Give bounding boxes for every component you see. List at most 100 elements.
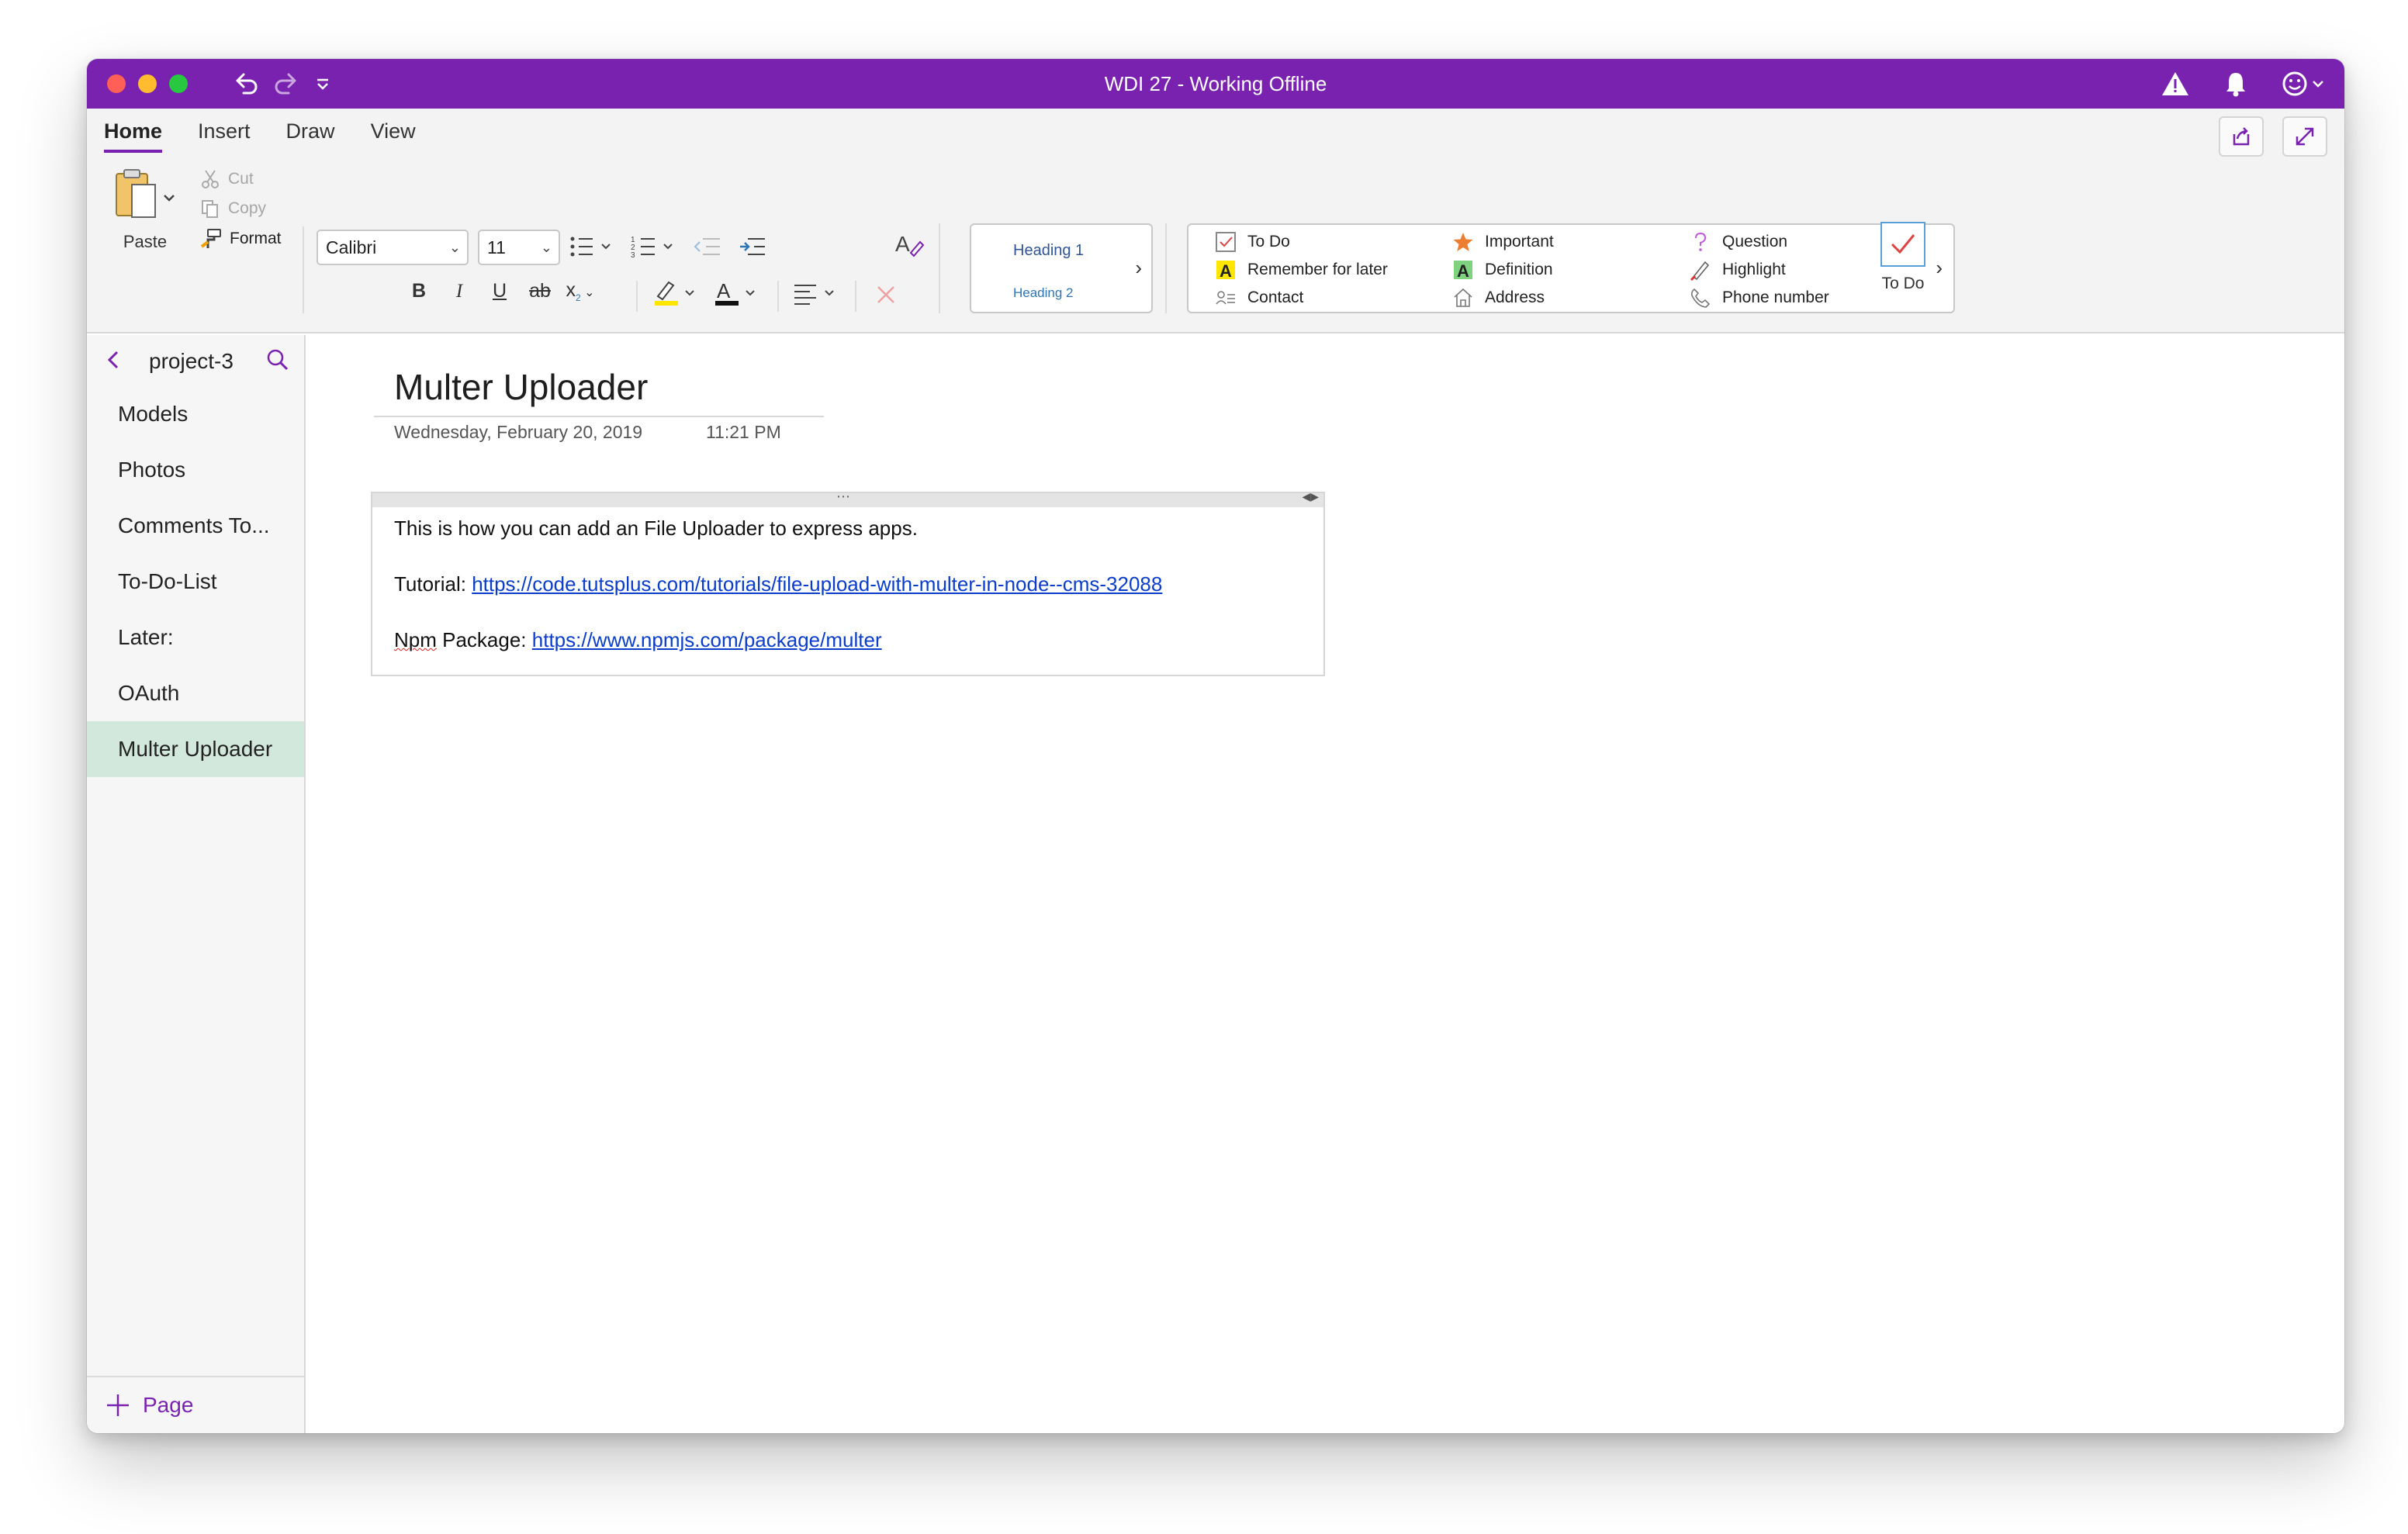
paste-button[interactable]: Paste — [110, 168, 180, 252]
paragraph-alignment-icon[interactable] — [791, 278, 842, 313]
page-item-comments[interactable]: Comments To... — [87, 498, 304, 554]
bold-button[interactable]: B — [399, 280, 439, 302]
font-family-value: Calibri — [326, 237, 377, 257]
tab-home[interactable]: Home — [104, 119, 163, 153]
ribbon-divider — [636, 281, 638, 312]
note-text-package[interactable]: Npm Package: https://www.npmjs.com/packa… — [394, 628, 882, 652]
page-item-to-do-list[interactable]: To-Do-List — [87, 554, 304, 610]
notifications-bell-icon[interactable] — [2222, 68, 2250, 103]
page-title[interactable]: Multer Uploader — [394, 366, 648, 408]
resize-arrows-icon[interactable]: ◀▶ — [1302, 490, 1319, 503]
ribbon-window-actions — [2219, 116, 2327, 157]
tag-address[interactable]: Address — [1452, 287, 1545, 309]
tag-important-label: Important — [1485, 233, 1554, 250]
style-heading-1[interactable]: Heading 1 — [1013, 242, 1084, 260]
window-title: WDI 27 - Working Offline — [1104, 72, 1327, 95]
paste-label: Paste — [123, 232, 168, 251]
note-text-tutorial[interactable]: Tutorial: https://code.tutsplus.com/tuto… — [394, 572, 1162, 596]
strikethrough-button[interactable]: ab — [520, 280, 560, 302]
back-chevron-icon[interactable] — [101, 346, 127, 378]
tag-highlight[interactable]: Highlight — [1690, 259, 1786, 281]
tag-contact-label: Contact — [1247, 288, 1304, 306]
tag-phone[interactable]: Phone number — [1690, 287, 1829, 309]
page-item-oauth[interactable]: OAuth — [87, 665, 304, 721]
delete-icon[interactable] — [872, 281, 900, 313]
copy-button[interactable]: Copy — [200, 199, 266, 219]
add-page-label: Page — [143, 1393, 194, 1417]
highlighter-pen-icon — [1690, 259, 1711, 281]
ribbon-divider — [939, 223, 940, 313]
increase-indent-icon[interactable] — [737, 233, 768, 264]
tag-question[interactable]: Question — [1690, 231, 1787, 253]
section-title: project-3 — [149, 349, 234, 373]
font-family-select[interactable]: Calibri ⌄ — [317, 230, 469, 265]
expand-icon — [2296, 127, 2314, 146]
misspelled-word: Npm — [394, 628, 437, 651]
tab-draw[interactable]: Draw — [286, 119, 335, 153]
todo-tag-button[interactable]: To Do — [1868, 222, 1938, 293]
font-size-select[interactable]: 11 ⌄ — [478, 230, 560, 265]
note-canvas[interactable]: Multer Uploader Wednesday, February 20, … — [307, 335, 2344, 1433]
style-heading-2[interactable]: Heading 2 — [1013, 285, 1074, 301]
tag-definition[interactable]: A Definition — [1452, 259, 1553, 281]
contact-card-icon — [1215, 287, 1237, 309]
tags-gallery: To Do A Remember for later Contact Impor… — [1187, 223, 1955, 313]
expand-button[interactable] — [2282, 116, 2327, 157]
list-indent-controls: 123 — [568, 233, 768, 264]
tag-remember[interactable]: A Remember for later — [1215, 259, 1388, 281]
font-color-icon[interactable]: A — [712, 278, 763, 313]
cut-button[interactable]: Cut — [200, 169, 254, 189]
tag-contact[interactable]: Contact — [1215, 287, 1303, 309]
page-item-photos[interactable]: Photos — [87, 442, 304, 498]
bullet-list-icon[interactable] — [568, 233, 616, 264]
definition-a-icon: A — [1452, 259, 1474, 281]
note-container-handle[interactable]: ⋯ ◀▶ — [372, 489, 1323, 507]
page-item-multer-uploader[interactable]: Multer Uploader — [87, 721, 304, 777]
scissors-icon — [202, 170, 219, 188]
svg-text:A: A — [895, 232, 910, 256]
styles-more-chevron-icon[interactable]: › — [1135, 256, 1142, 280]
subscript-button[interactable]: x2 ⌄ — [560, 279, 600, 303]
copy-icon — [202, 200, 218, 218]
ribbon: Home Insert Draw View Paste Cut Copy For… — [87, 109, 2344, 333]
clear-formatting-icon[interactable]: A — [894, 230, 925, 264]
svg-text:3: 3 — [631, 251, 635, 260]
package-link[interactable]: https://www.npmjs.com/package/multer — [532, 628, 882, 651]
share-icon — [2233, 127, 2250, 146]
tag-highlight-label: Highlight — [1722, 261, 1786, 278]
todo-check-icon — [1880, 222, 1925, 267]
tutorial-link[interactable]: https://code.tutsplus.com/tutorials/file… — [472, 572, 1162, 596]
todo-button-label: To Do — [1881, 275, 1925, 292]
feedback-smiley-icon[interactable] — [2281, 68, 2327, 103]
page-item-later[interactable]: Later: — [87, 610, 304, 665]
ribbon-tabs: Home Insert Draw View — [104, 119, 416, 153]
styles-gallery[interactable]: Heading 1 Heading 2 › — [970, 223, 1153, 313]
svg-text:A: A — [1457, 261, 1469, 281]
highlight-color-icon[interactable] — [652, 278, 703, 313]
tag-important[interactable]: Important — [1452, 231, 1554, 253]
ribbon-divider — [303, 226, 304, 313]
page-item-models[interactable]: Models — [87, 386, 304, 442]
section-header: project-3 — [87, 335, 304, 385]
share-button[interactable] — [2219, 116, 2264, 157]
tag-todo[interactable]: To Do — [1215, 231, 1290, 253]
tag-todo-label: To Do — [1247, 233, 1290, 250]
search-icon[interactable] — [264, 346, 292, 378]
format-painter-button[interactable]: Format — [200, 228, 282, 250]
note-text-intro[interactable]: This is how you can add an File Uploader… — [394, 517, 918, 541]
tab-view[interactable]: View — [371, 119, 416, 153]
chevron-down-icon: ⌄ — [448, 240, 461, 255]
format-buttons-row: B I U ab x2 ⌄ — [399, 279, 600, 303]
page-navigation-sidebar: project-3 Models Photos Comments To... T… — [87, 335, 306, 1433]
decrease-indent-icon[interactable] — [692, 233, 723, 264]
title-bar-actions — [2160, 68, 2327, 103]
numbered-list-icon[interactable]: 123 — [630, 233, 678, 264]
tutorial-label: Tutorial: — [394, 572, 472, 596]
underline-button[interactable]: U — [479, 280, 520, 302]
warning-icon[interactable] — [2160, 68, 2191, 103]
italic-button[interactable]: I — [439, 281, 479, 302]
note-container[interactable]: ⋯ ◀▶ This is how you can add an File Upl… — [371, 489, 1325, 676]
tab-insert[interactable]: Insert — [198, 119, 251, 153]
add-page-button[interactable]: Page — [87, 1376, 304, 1433]
drag-handle-icon[interactable]: ⋯ — [836, 489, 851, 505]
